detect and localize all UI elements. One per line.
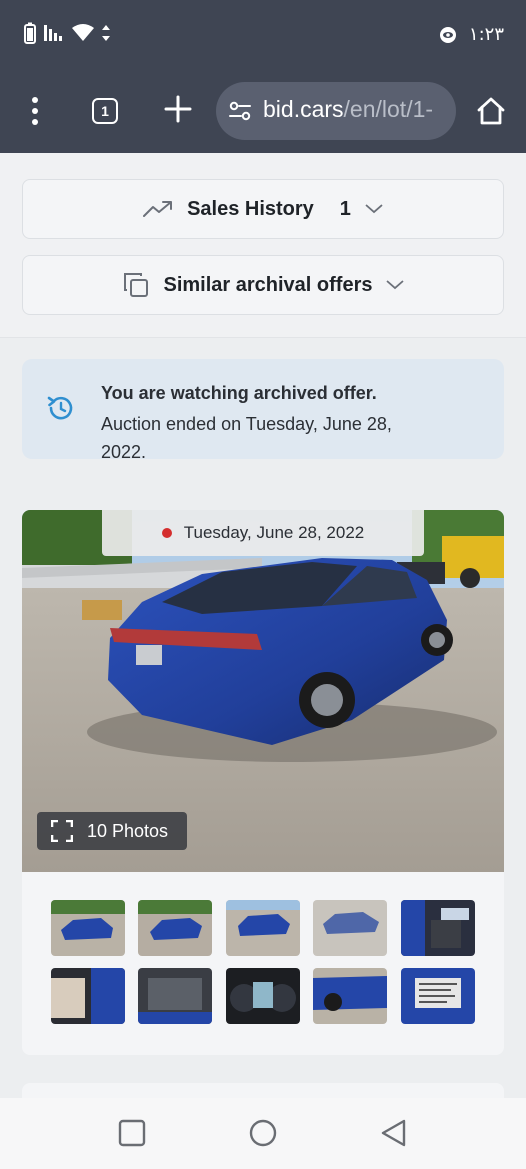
main-car-photo[interactable]: Tuesday, June 28, 2022 10 Photos [22, 510, 504, 872]
home-circle-icon[interactable] [248, 1118, 278, 1148]
chevron-down-icon [386, 280, 405, 290]
status-dot [161, 528, 172, 538]
fullscreen-icon [51, 820, 73, 842]
status-icons-right: ١:٢٣ [439, 24, 504, 45]
data-arrows-icon [102, 25, 110, 41]
battery-icon [24, 22, 36, 44]
site-settings-icon[interactable] [228, 100, 252, 122]
thumbnail-2[interactable] [138, 900, 212, 956]
url-path: /en/lot/1- [343, 96, 434, 122]
status-icons-left [24, 22, 110, 44]
system-navigation-bar [0, 1098, 526, 1169]
notice-text: Auction ended on Tuesday, June 28, 2022. [101, 414, 392, 462]
status-bar: ١:٢٣ [0, 0, 526, 70]
view-photos-button[interactable]: 10 Photos [37, 812, 187, 850]
sales-history-count: 1 [339, 197, 351, 220]
page-content: Sales History 1 Similar archival offers … [0, 153, 526, 1098]
thumbnail-5[interactable] [401, 900, 475, 956]
sales-history-label: Sales History [187, 197, 314, 220]
notice-title: You are watching archived offer. [101, 383, 377, 403]
recents-square-icon[interactable] [117, 1118, 147, 1148]
tab-count: 1 [101, 103, 109, 119]
thumbnail-3[interactable] [226, 900, 300, 956]
archived-notice: You are watching archived offer. Auction… [22, 359, 504, 462]
auction-date: Tuesday, June 28, 2022 [183, 523, 365, 542]
similar-offers-label: Similar archival offers [163, 273, 373, 296]
photos-count-label: 10 Photos [87, 820, 169, 841]
thumbnail-9[interactable] [313, 968, 387, 1024]
thumbnail-7[interactable] [138, 968, 212, 1024]
photo-gallery: Tuesday, June 28, 2022 10 Photos [22, 510, 504, 1055]
menu-dots-icon[interactable] [24, 96, 46, 126]
browser-chrome: ١:٢٣ 1 bid.cars/en/lot/1- [0, 0, 526, 153]
new-tab-plus-icon[interactable] [164, 95, 192, 123]
home-icon[interactable] [476, 96, 506, 126]
wifi-icon [72, 24, 94, 41]
tabs-button[interactable]: 1 [92, 98, 118, 124]
url-host: bid.cars [263, 96, 344, 122]
trending-up-icon [143, 201, 173, 217]
signal-icon [44, 25, 62, 41]
copy-icon [123, 273, 148, 297]
auction-date-pill: Tuesday, June 28, 2022 [102, 510, 424, 556]
thumbnail-1[interactable] [51, 900, 125, 956]
back-triangle-icon[interactable] [379, 1118, 409, 1148]
thumbnail-10[interactable] [401, 968, 475, 1024]
clock: ١:٢٣ [468, 24, 504, 45]
similar-offers-dropdown[interactable]: Similar archival offers [22, 255, 504, 315]
thumbnail-6[interactable] [51, 968, 125, 1024]
thumbnail-4[interactable] [313, 900, 387, 956]
thumbnail-8[interactable] [226, 968, 300, 1024]
browser-toolbar: 1 bid.cars/en/lot/1- [0, 82, 526, 140]
next-section-card [22, 1083, 504, 1098]
sales-history-dropdown[interactable]: Sales History 1 [22, 179, 504, 239]
url-bar[interactable]: bid.cars/en/lot/1- [216, 82, 456, 140]
url-text: bid.cars/en/lot/1- [263, 96, 433, 123]
chevron-down-icon [365, 204, 383, 214]
eye-comfort-icon [439, 26, 456, 43]
history-icon [47, 396, 73, 420]
